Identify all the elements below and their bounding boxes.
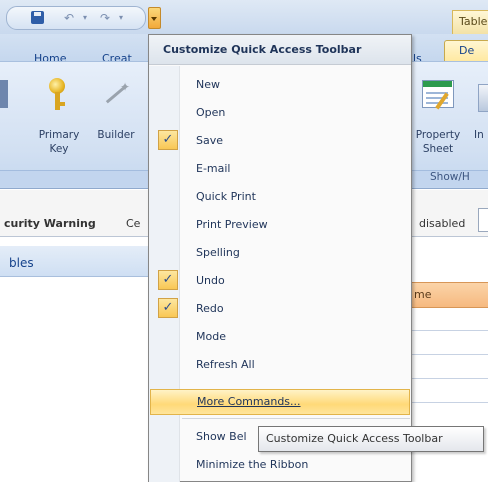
indexes-label[interactable]: In	[474, 128, 484, 142]
navigation-pane	[0, 277, 148, 482]
builder-label[interactable]: Builder	[90, 128, 142, 142]
ribbon-group-tools-caption	[0, 170, 150, 187]
menu-item-label: Open	[196, 106, 226, 119]
undo-dropdown-icon[interactable]: ▾	[77, 10, 93, 26]
checkmark-icon: ✓	[158, 130, 178, 150]
menu-item-new[interactable]: New	[150, 72, 410, 98]
menu-item-label: E-mail	[196, 162, 231, 175]
table-context-tab[interactable]: Table	[452, 10, 488, 34]
property-sheet-label-line2[interactable]: Sheet	[410, 142, 466, 156]
save-icon[interactable]	[31, 11, 44, 24]
customize-qat-dropdown-button[interactable]	[148, 7, 161, 29]
menu-item-save[interactable]: ✓ Save	[150, 128, 410, 154]
primary-key-label-line2[interactable]: Key	[32, 142, 86, 156]
menu-item-label: Undo	[196, 274, 225, 287]
security-status-text: disabled	[419, 217, 466, 230]
checkmark-icon: ✓	[158, 298, 178, 318]
menu-item-open[interactable]: Open	[150, 100, 410, 126]
menu-item-label: Minimize the Ribbon	[196, 458, 309, 471]
quick-access-toolbar: ↶ ▾ ↷ ▾	[6, 6, 146, 30]
redo-dropdown-icon[interactable]: ▾	[113, 10, 129, 26]
menu-item-label: New	[196, 78, 220, 91]
menu-item-quick-print[interactable]: Quick Print	[150, 184, 410, 210]
menu-item-print-preview[interactable]: Print Preview	[150, 212, 410, 238]
menu-item-label: Show Bel	[196, 430, 247, 443]
wand-icon[interactable]: ✦	[100, 80, 130, 110]
menu-item-mode[interactable]: Mode	[150, 324, 410, 350]
menu-item-label: Refresh All	[196, 358, 255, 371]
menu-item-label: Quick Print	[196, 190, 256, 203]
menu-item-minimize-ribbon[interactable]: Minimize the Ribbon	[150, 452, 410, 478]
security-warning-text: Ce	[126, 217, 141, 230]
navigation-pane-title[interactable]: bles	[9, 256, 34, 270]
redo-icon[interactable]: ↷	[97, 10, 113, 26]
menu-item-undo[interactable]: ✓ Undo	[150, 268, 410, 294]
show-hide-group-label: Show/H	[430, 171, 470, 183]
menu-header: Customize Quick Access Toolbar	[149, 35, 411, 65]
menu-item-redo[interactable]: ✓ Redo	[150, 296, 410, 322]
key-icon[interactable]	[43, 76, 71, 112]
security-warning-label: curity Warning	[4, 217, 96, 230]
column-header-label: me	[414, 288, 432, 301]
tab-design[interactable]: De	[444, 40, 488, 61]
menu-item-label: More Commands...	[197, 395, 301, 408]
menu-item-label: Redo	[196, 302, 224, 315]
menu-item-label: Save	[196, 134, 224, 147]
menu-item-refresh-all[interactable]: Refresh All	[150, 352, 410, 378]
property-sheet-icon[interactable]	[420, 78, 454, 112]
grid-line	[405, 354, 488, 355]
undo-icon[interactable]: ↶	[61, 10, 77, 26]
menu-item-label: Print Preview	[196, 218, 268, 231]
indexes-icon[interactable]	[478, 84, 488, 112]
menu-item-label: Spelling	[196, 246, 240, 259]
options-button[interactable]	[478, 208, 488, 232]
grid-line	[405, 402, 488, 403]
grid-line	[405, 378, 488, 379]
menu-item-email[interactable]: E-mail	[150, 156, 410, 182]
menu-separator	[182, 418, 410, 419]
tooltip: Customize Quick Access Toolbar	[258, 426, 484, 452]
menu-item-more-commands[interactable]: More Commands...	[150, 389, 410, 415]
primary-key-label[interactable]: Primary	[32, 128, 86, 142]
property-sheet-label[interactable]: Property	[410, 128, 466, 142]
menu-item-spelling[interactable]: Spelling	[150, 240, 410, 266]
checkmark-icon: ✓	[158, 270, 178, 290]
grid-line	[405, 330, 488, 331]
ribbon-edge-icon	[0, 80, 8, 108]
menu-item-label: Mode	[196, 330, 226, 343]
